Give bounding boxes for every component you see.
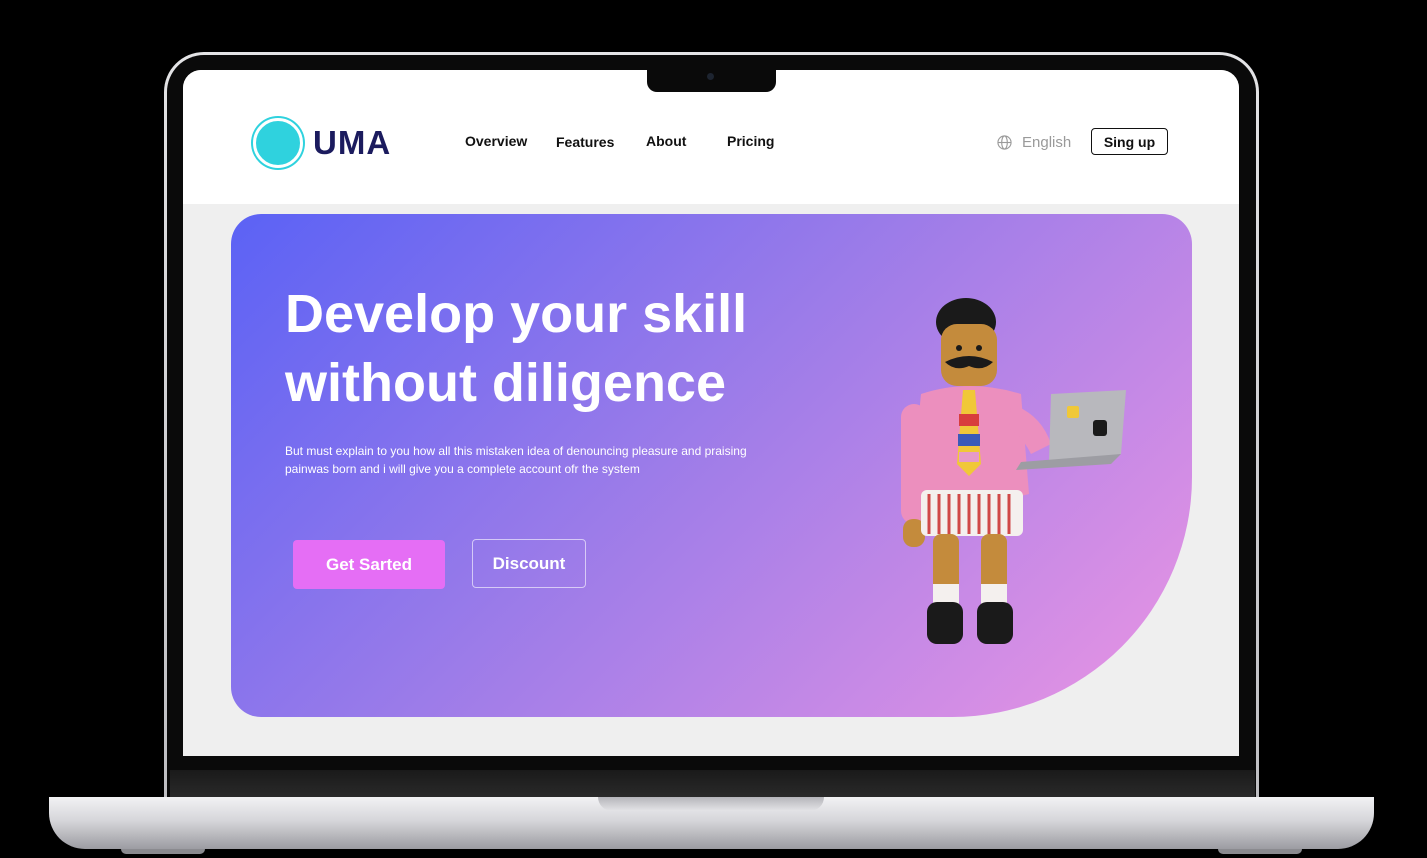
hero-subtext-line1: But must explain to you how all this mis… xyxy=(285,444,747,458)
nav-overview[interactable]: Overview xyxy=(465,133,527,149)
globe-icon xyxy=(997,135,1012,150)
nav-pricing[interactable]: Pricing xyxy=(727,133,774,149)
hero-headline-line2: without diligence xyxy=(285,353,726,413)
camera-notch xyxy=(647,70,776,92)
nav-about[interactable]: About xyxy=(646,133,686,149)
get-started-button[interactable]: Get Sarted xyxy=(293,540,445,589)
hero-headline: Develop your skill without diligence xyxy=(285,280,845,418)
laptop-foot-right xyxy=(1218,849,1302,854)
laptop-base-groove xyxy=(598,797,824,811)
language-selector[interactable]: English xyxy=(997,134,1071,151)
logo-circle-icon xyxy=(253,118,303,168)
laptop-base xyxy=(49,797,1374,854)
logo[interactable]: UMA xyxy=(253,118,391,168)
hero-banner: Develop your skill without diligence But… xyxy=(231,214,1192,717)
screen: UMA Overview Features About Pricing Engl… xyxy=(183,70,1239,756)
signup-button[interactable]: Sing up xyxy=(1091,128,1168,155)
hero-subtext-line2: painwas born and i will give you a compl… xyxy=(285,462,640,476)
laptop-hinge xyxy=(170,770,1255,798)
nav-features[interactable]: Features xyxy=(556,134,614,150)
laptop-foot-left xyxy=(121,849,205,854)
logo-text: UMA xyxy=(313,124,392,161)
hero-subtext: But must explain to you how all this mis… xyxy=(285,442,755,478)
hero-headline-line1: Develop your skill xyxy=(285,284,748,344)
language-label: English xyxy=(1022,134,1072,151)
camera-icon xyxy=(707,73,714,80)
character-illustration xyxy=(901,298,1126,644)
discount-button[interactable]: Discount xyxy=(472,539,586,588)
